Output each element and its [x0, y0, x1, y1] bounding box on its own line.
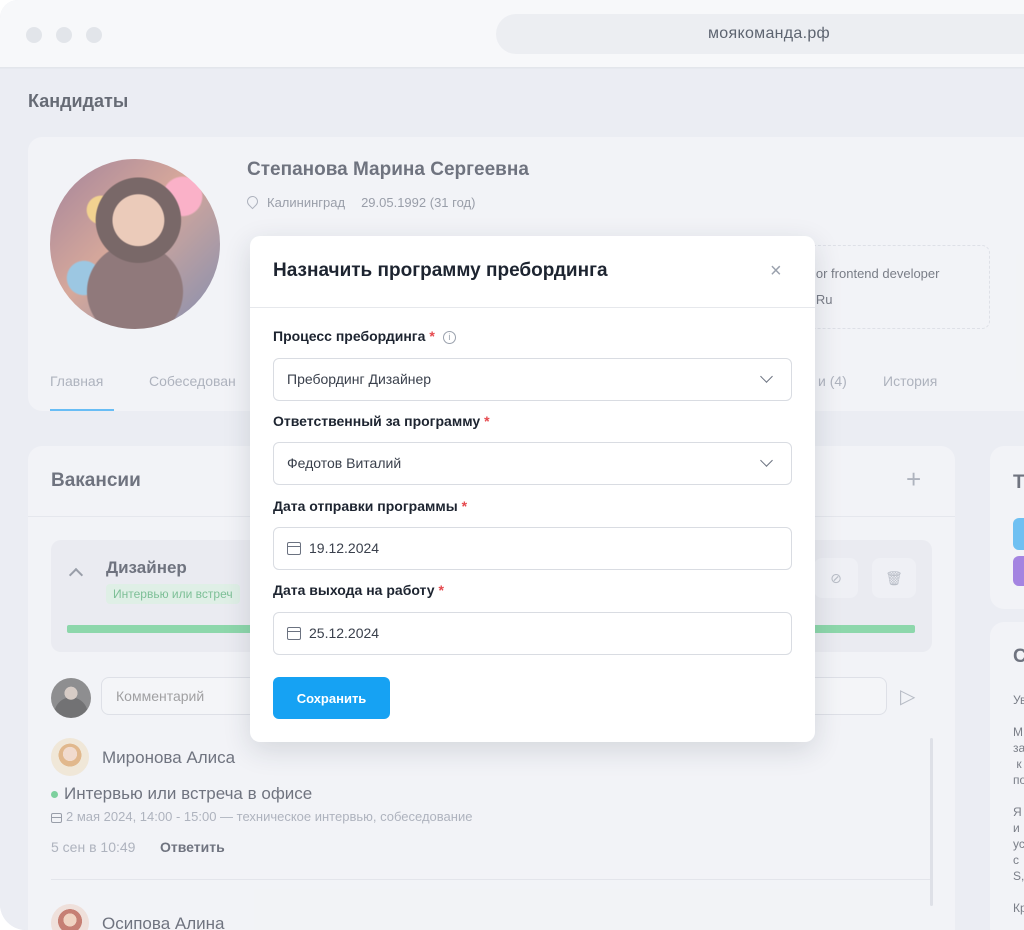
chevron-down-icon: [760, 370, 773, 383]
required-mark: *: [461, 498, 468, 514]
select-value: Пребординг Дизайнер: [287, 371, 432, 387]
close-icon[interactable]: ×: [770, 260, 782, 283]
label-text: Дата отправки программы: [273, 498, 458, 514]
preboarding-modal: Назначить программу пребординга × Процес…: [250, 236, 815, 742]
label-text: Дата выхода на работу: [273, 582, 435, 598]
required-mark: *: [484, 413, 490, 429]
info-icon[interactable]: i: [442, 330, 456, 344]
window-minimize-dot[interactable]: [56, 27, 72, 43]
browser-window: моякоманда.рф Кандидаты Степанова Марина…: [0, 0, 1024, 930]
chevron-down-icon: [760, 454, 773, 467]
calendar-icon: [287, 542, 301, 555]
required-mark: *: [429, 328, 435, 344]
window-maximize-dot[interactable]: [86, 27, 102, 43]
preboarding-process-label: Процесс пребординга * i: [273, 328, 456, 344]
address-bar[interactable]: моякоманда.рф: [496, 14, 1024, 54]
send-date-label: Дата отправки программы *: [273, 498, 467, 514]
label-text: Процесс пребординга: [273, 328, 426, 344]
modal-divider: [250, 307, 815, 308]
browser-chrome: моякоманда.рф: [0, 0, 1024, 68]
date-value: 25.12.2024: [309, 625, 380, 641]
responsible-select[interactable]: Федотов Виталий: [273, 442, 792, 485]
save-button[interactable]: Сохранить: [273, 677, 390, 719]
responsible-label: Ответственный за программу *: [273, 413, 490, 429]
start-date-label: Дата выхода на работу *: [273, 582, 444, 598]
send-date-field[interactable]: 19.12.2024: [273, 527, 792, 570]
preboarding-process-select[interactable]: Пребординг Дизайнер: [273, 358, 792, 401]
date-value: 19.12.2024: [309, 540, 380, 556]
required-mark: *: [438, 582, 444, 598]
window-close-dot[interactable]: [26, 27, 42, 43]
label-text: Ответственный за программу: [273, 413, 481, 429]
start-date-field[interactable]: 25.12.2024: [273, 612, 792, 655]
select-value: Федотов Виталий: [287, 455, 402, 471]
calendar-icon: [287, 627, 301, 640]
modal-title: Назначить программу пребординга: [273, 260, 608, 281]
